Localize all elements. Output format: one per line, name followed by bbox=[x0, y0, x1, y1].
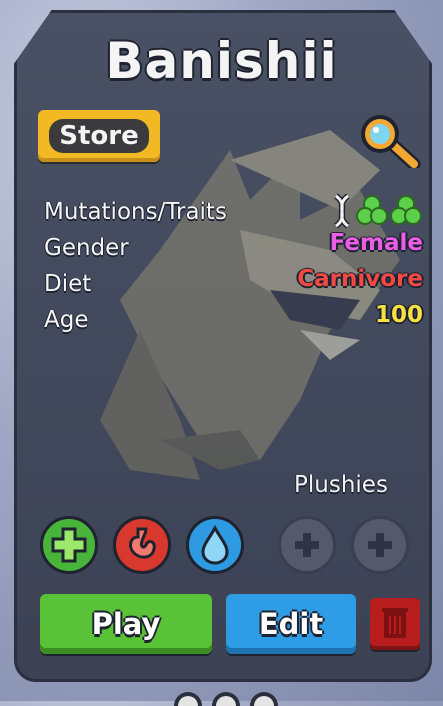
stat-label-diet: Diet bbox=[44, 271, 92, 297]
edit-button[interactable]: Edit bbox=[226, 594, 356, 654]
heal-button[interactable] bbox=[40, 516, 98, 574]
stat-label-mutations: Mutations/Traits bbox=[44, 199, 227, 225]
plus-icon bbox=[51, 527, 87, 563]
clover-icon bbox=[356, 195, 388, 225]
edit-button-label: Edit bbox=[258, 607, 324, 641]
play-button[interactable]: Play bbox=[40, 594, 212, 654]
play-button-label: Play bbox=[91, 607, 161, 641]
stat-label-age: Age bbox=[44, 307, 89, 333]
magnifier-icon[interactable] bbox=[356, 112, 422, 168]
stats-list: Mutations/Traits Gender Diet Age bbox=[44, 194, 227, 338]
plus-icon bbox=[368, 533, 392, 557]
store-button[interactable]: Store bbox=[38, 110, 160, 162]
water-drop-icon bbox=[201, 524, 229, 565]
dragon-name: Banishii bbox=[105, 32, 338, 90]
delete-button[interactable] bbox=[370, 598, 420, 650]
page-indicator bbox=[174, 692, 278, 706]
stomach-icon bbox=[129, 527, 156, 559]
add-plushie-slot-2[interactable] bbox=[351, 516, 409, 574]
plus-icon bbox=[295, 533, 319, 557]
dna-icon bbox=[333, 193, 351, 229]
thirst-button[interactable] bbox=[186, 516, 244, 574]
traits-icons bbox=[333, 193, 422, 229]
hunger-button[interactable] bbox=[113, 516, 171, 574]
gender-value: Female bbox=[329, 230, 423, 256]
store-button-label: Store bbox=[49, 119, 149, 153]
age-value: 100 bbox=[374, 302, 423, 328]
plushies-label: Plushies bbox=[294, 472, 388, 498]
add-plushie-slot-1[interactable] bbox=[278, 516, 336, 574]
trash-icon bbox=[382, 608, 408, 638]
clover-icon bbox=[390, 195, 422, 225]
diet-value: Carnivore bbox=[297, 266, 423, 292]
stat-label-gender: Gender bbox=[44, 235, 129, 261]
